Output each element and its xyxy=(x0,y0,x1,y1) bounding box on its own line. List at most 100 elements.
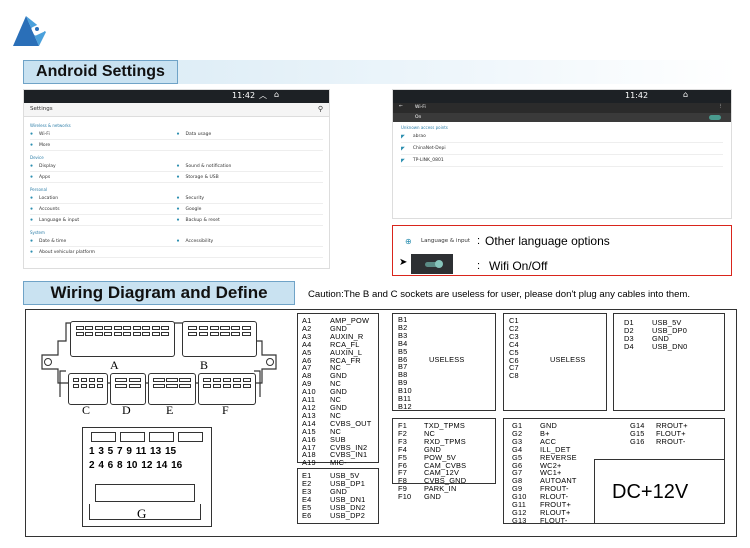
settings-row: ● Accounts ● Google xyxy=(30,204,323,215)
settings-item[interactable]: ● Location xyxy=(30,195,177,201)
settings-item-icon: ● xyxy=(30,163,34,169)
back-arrow-icon[interactable]: ← xyxy=(399,104,403,109)
wifi-signal-icon: ◤ xyxy=(401,145,405,152)
settings-item[interactable]: ● More xyxy=(30,142,177,148)
language-desc: Other language options xyxy=(485,234,610,248)
pin-id: B2 xyxy=(398,322,408,332)
network-item[interactable]: ◤ ChinaNet-Depi xyxy=(401,143,723,155)
wifi-on-row[interactable]: On xyxy=(393,113,731,122)
settings-item-label: Date & time xyxy=(39,238,67,244)
pin-id: C2 xyxy=(509,323,519,333)
connector-c xyxy=(68,373,108,405)
settings-item-label: More xyxy=(39,142,51,148)
settings-screenshot: 11:42 ⌂ ︿ Settings ⚲ Wireless & networks… xyxy=(23,89,330,269)
network-name: abrao xyxy=(412,134,426,139)
settings-item-icon: ● xyxy=(30,249,34,255)
connector-e xyxy=(148,373,196,405)
settings-item[interactable]: ● Date & time xyxy=(30,238,177,244)
pin-id: B12 xyxy=(398,401,412,411)
settings-item[interactable]: ● Language & input xyxy=(30,217,177,223)
settings-item[interactable]: ● Security xyxy=(177,195,324,201)
settings-row: ● More xyxy=(30,140,323,151)
pin-id: F10 xyxy=(398,492,412,502)
settings-item-label: Apps xyxy=(39,174,51,180)
nav-back-icon: ︿ xyxy=(259,91,267,100)
legend-box: ⊕ Language & input : Other language opti… xyxy=(392,225,732,276)
connector-b-label: B xyxy=(200,358,209,372)
settings-item-icon: ● xyxy=(176,217,180,223)
pin-row: F10 GND xyxy=(398,493,490,501)
settings-item-label: Location xyxy=(39,195,59,201)
pin-row: E6 USB_DP2 xyxy=(302,510,374,520)
connector-a xyxy=(70,321,175,357)
settings-item-label: Data usage xyxy=(185,131,212,137)
network-item[interactable]: ◤ TP-LINK_0801 xyxy=(401,155,723,167)
wifi-screenshot: 11:42 ⌂ ← Wi-Fi ⋮ On Unknown access poin… xyxy=(392,89,732,219)
legend-colon: : xyxy=(477,260,481,272)
settings-item[interactable]: ● Apps xyxy=(30,174,177,180)
wifi-toggle-sample xyxy=(411,254,453,274)
settings-item[interactable]: ● Sound & notification xyxy=(177,163,324,169)
settings-item-label: Security xyxy=(185,195,205,201)
settings-item[interactable]: ● Accessibility xyxy=(177,238,324,244)
cursor-arrow-icon: ➤ xyxy=(399,257,408,268)
table-a: A1 AMP_POW A2 GND A3 AUXIN_R A4 RCA_FL A5 AUXIN_L… xyxy=(297,313,379,475)
connector-f-label: F xyxy=(222,403,229,417)
connector-f xyxy=(198,373,256,405)
pin-id: B11 xyxy=(398,394,412,404)
settings-item-icon: ● xyxy=(30,142,34,148)
overflow-menu-icon[interactable]: ⋮ xyxy=(719,104,724,109)
settings-item-label: Backup & reset xyxy=(185,217,220,223)
connector-b xyxy=(182,321,257,357)
settings-item-icon: ● xyxy=(30,195,34,201)
connector-g: 1 3 5 7 9 11 13 15 2 4 6 8 10 12 14 16 G xyxy=(82,427,212,527)
settings-item-icon: ● xyxy=(30,217,34,223)
pin-id: E6 xyxy=(302,510,312,520)
settings-item[interactable]: ● Data usage xyxy=(177,131,324,137)
dc-voltage-label: DC+12V xyxy=(612,481,689,503)
settings-item-icon: ● xyxy=(176,206,180,212)
settings-item-label: About vehicular platform xyxy=(39,249,96,255)
network-item[interactable]: ◤ abrao xyxy=(401,131,723,143)
settings-item[interactable]: ● Storage & USB xyxy=(177,174,324,180)
nav-home-icon: ⌂ xyxy=(274,90,280,99)
settings-item-label: Accessibility xyxy=(185,238,214,244)
settings-item[interactable]: ● Google xyxy=(177,206,324,212)
wifi-toggle[interactable] xyxy=(709,115,721,120)
wifi-title: Wi-Fi xyxy=(415,105,426,110)
search-icon[interactable]: ⚲ xyxy=(318,105,323,113)
settings-item-icon: ● xyxy=(176,163,180,169)
connector-d-label: D xyxy=(122,403,131,417)
table-b: B1 B2 B3 B4 B5 B6 B7 B8 B9 B10 B11 B12 USELESS xyxy=(392,313,496,411)
android-settings-title: Android Settings xyxy=(23,60,178,84)
wifi-desc: Wifi On/Off xyxy=(489,259,548,273)
wifi-toolbar: ← Wi-Fi ⋮ xyxy=(393,103,731,113)
pin-id: C4 xyxy=(509,339,519,349)
settings-item[interactable]: ● About vehicular platform xyxy=(30,249,177,255)
pin-row: F3 RXD_TPMS xyxy=(398,437,490,446)
settings-row: ● Language & input ● Backup & reset xyxy=(30,215,323,226)
pin-id: G13 xyxy=(512,515,527,525)
legend-row-language: ⊕ Language & input : Other language opti… xyxy=(399,231,727,251)
connector-g-label: G xyxy=(137,506,147,521)
pin-id: D4 xyxy=(624,341,634,351)
pin-id: B1 xyxy=(398,315,408,324)
settings-item[interactable]: ● Backup & reset xyxy=(177,217,324,223)
settings-item-icon: ● xyxy=(176,238,180,244)
settings-item[interactable]: ● Accounts xyxy=(30,206,177,212)
settings-section-header: Personal xyxy=(30,187,48,192)
settings-item-label: Sound & notification xyxy=(185,163,232,169)
settings-list: Wireless & networks ● Wi-Fi ● Data usage ● Mor… xyxy=(24,117,329,260)
settings-section-header: Device xyxy=(30,155,44,160)
settings-item[interactable]: ● Display xyxy=(30,163,177,169)
connector-c-label: C xyxy=(82,403,91,417)
status-bar: 11:42 ⌂ ︿ xyxy=(24,90,329,103)
settings-item[interactable]: ● Wi-Fi xyxy=(30,131,177,137)
wifi-signal-icon: ◤ xyxy=(401,157,405,164)
connector-g-pins-top: 1 3 5 7 9 11 13 15 xyxy=(89,446,177,457)
settings-item-icon: ● xyxy=(176,174,180,180)
wiring-title: Wiring Diagram and Define xyxy=(23,281,295,305)
pin-signal: USB_DP2 xyxy=(330,510,366,520)
settings-item-label: Display xyxy=(39,163,56,169)
networks-header: Unknown access points xyxy=(401,125,448,130)
